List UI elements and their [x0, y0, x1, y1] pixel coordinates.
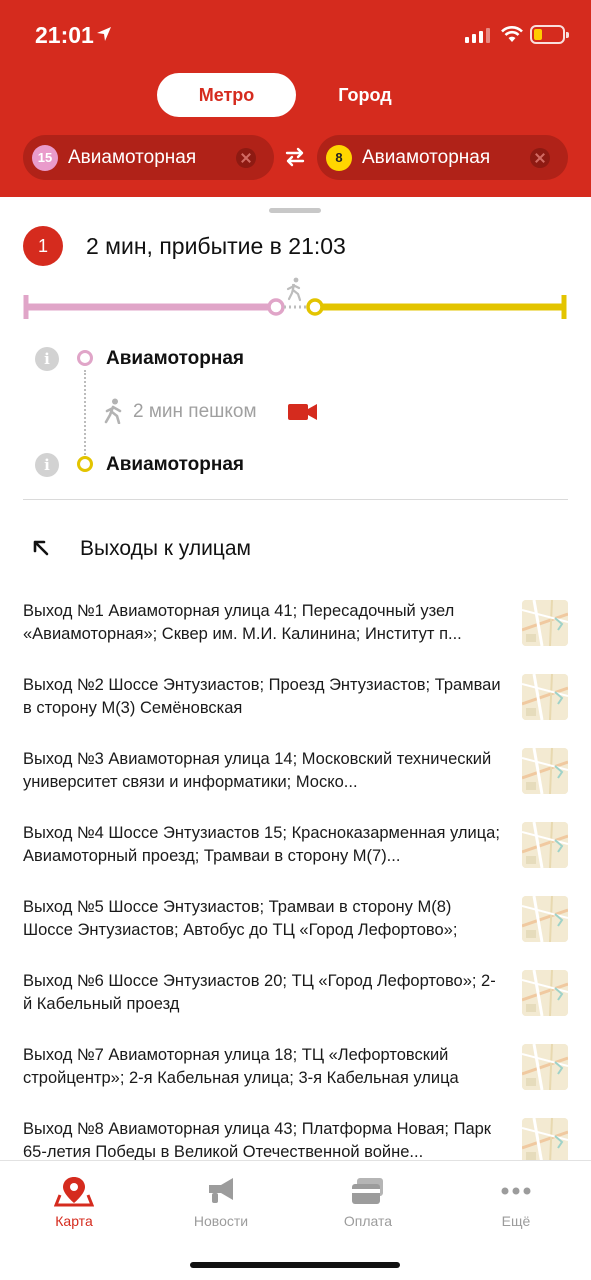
header: 21:01 Метро Город 15 Авиамоторная 8 Авиа…	[0, 0, 591, 197]
walk-duration: 2 мин пешком	[133, 401, 257, 422]
tab-city[interactable]: Город	[310, 73, 420, 117]
route-title: 2 мин, прибытие в 21:03	[86, 233, 346, 259]
exit-map-thumbnail[interactable]	[522, 1044, 568, 1090]
wifi-icon	[501, 26, 523, 42]
stop-dot-line8	[77, 456, 93, 472]
from-station-name: Авиамоторная	[68, 146, 197, 168]
battery-icon	[530, 25, 569, 44]
to-station-field[interactable]: 8 Авиамоторная	[317, 135, 568, 180]
clear-to-icon[interactable]	[530, 147, 550, 168]
clear-from-icon[interactable]	[236, 147, 256, 168]
stop-row-to[interactable]: i Авиамоторная	[0, 450, 591, 480]
stop-row-from[interactable]: i Авиамоторная	[0, 344, 591, 374]
status-time: 21:01	[35, 22, 94, 48]
line-badge-8: 8	[326, 144, 352, 171]
to-station-name: Авиамоторная	[362, 146, 491, 168]
exit-item[interactable]: Выход №3 Авиамоторная улица 14; Московск…	[23, 748, 568, 808]
megaphone-icon	[209, 1178, 233, 1203]
status-bar: 21:01	[0, 0, 591, 70]
tab-payment[interactable]: Оплата	[308, 1161, 428, 1241]
exit-description: Выход №2 Шоссе Энтузиастов; Проезд Энтуз…	[23, 676, 501, 717]
info-icon[interactable]: i	[35, 347, 59, 371]
cards-icon	[352, 1178, 383, 1204]
tab-more[interactable]: Ещё	[456, 1161, 576, 1241]
exit-item[interactable]: Выход №1 Авиамоторная улица 41; Пересадо…	[23, 600, 568, 660]
from-station-field[interactable]: 15 Авиамоторная	[23, 135, 274, 180]
tab-map[interactable]: Карта	[14, 1161, 134, 1241]
exit-map-thumbnail[interactable]	[522, 748, 568, 794]
exit-description: Выход №3 Авиамоторная улица 14; Московск…	[23, 750, 492, 791]
divider	[23, 499, 568, 500]
stop-name-to: Авиамоторная	[106, 454, 244, 475]
exit-map-thumbnail[interactable]	[522, 1118, 568, 1164]
route-line-diagram	[23, 277, 567, 319]
more-dots-icon	[501, 1187, 531, 1195]
info-icon[interactable]: i	[35, 453, 59, 477]
line-badge-15: 15	[32, 144, 58, 171]
exit-map-thumbnail[interactable]	[522, 896, 568, 942]
exit-item[interactable]: Выход №4 Шоссе Энтузиастов 15; Красноказ…	[23, 822, 568, 882]
exit-item[interactable]: Выход №5 Шоссе Энтузиастов; Трамваи в ст…	[23, 896, 568, 956]
stop-name-from: Авиамоторная	[106, 348, 244, 369]
swap-stations-icon[interactable]	[284, 146, 306, 168]
exit-map-thumbnail[interactable]	[522, 674, 568, 720]
exit-description: Выход №6 Шоссе Энтузиастов 20; ТЦ «Город…	[23, 972, 496, 1013]
exit-item[interactable]: Выход №6 Шоссе Энтузиастов 20; ТЦ «Город…	[23, 970, 568, 1030]
exit-item[interactable]: Выход №7 Авиамоторная улица 18; ТЦ «Лефо…	[23, 1044, 568, 1104]
tab-map-label: Карта	[55, 1213, 93, 1229]
stop-dot-line15	[77, 350, 93, 366]
route-number-badge: 1	[23, 226, 63, 266]
exit-description: Выход №7 Авиамоторная улица 18; ТЦ «Лефо…	[23, 1046, 459, 1087]
transfer-connector	[84, 370, 86, 458]
location-arrow-icon	[97, 27, 111, 41]
tab-metro[interactable]: Метро	[157, 73, 296, 117]
exit-map-thumbnail[interactable]	[522, 970, 568, 1016]
sheet-grabber[interactable]	[269, 208, 321, 213]
cellular-signal-icon	[465, 28, 490, 43]
home-indicator	[190, 1262, 400, 1268]
video-camera-icon[interactable]	[288, 402, 318, 422]
map-pin-icon	[54, 1177, 94, 1207]
tab-news[interactable]: Новости	[161, 1161, 281, 1241]
exit-map-thumbnail[interactable]	[522, 600, 568, 646]
arrow-up-left-icon	[33, 540, 49, 556]
walk-icon	[104, 398, 122, 424]
tab-news-label: Новости	[193, 1213, 249, 1229]
exit-description: Выход №8 Авиамоторная улица 43; Платформ…	[23, 1120, 492, 1161]
walk-small-icon	[286, 277, 302, 302]
exit-map-thumbnail[interactable]	[522, 822, 568, 868]
exit-description: Выход №5 Шоссе Энтузиастов; Трамваи в ст…	[23, 898, 458, 939]
exit-description: Выход №4 Шоссе Энтузиастов 15; Красноказ…	[23, 824, 500, 865]
exit-description: Выход №1 Авиамоторная улица 41; Пересадо…	[23, 602, 462, 643]
tab-payment-label: Оплата	[343, 1213, 393, 1229]
tab-more-label: Ещё	[501, 1213, 531, 1229]
exits-section-title: Выходы к улицам	[80, 537, 251, 560]
exit-item[interactable]: Выход №2 Шоссе Энтузиастов; Проезд Энтуз…	[23, 674, 568, 734]
